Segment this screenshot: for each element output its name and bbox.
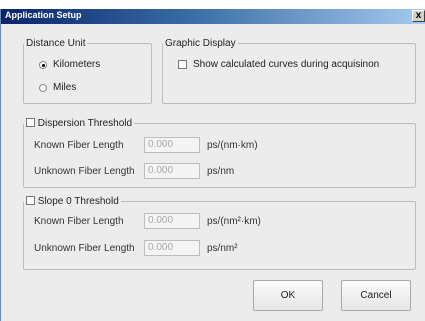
dispersion-known-input[interactable]: 0.000	[144, 137, 200, 153]
slope-known-input[interactable]: 0.000	[144, 213, 200, 229]
radio-kilometers[interactable]: Kilometers	[39, 59, 100, 70]
cancel-button[interactable]: Cancel	[341, 280, 411, 311]
slope-known-label: Known Fiber Length	[34, 216, 124, 227]
application-setup-dialog: Application Setup x Distance Unit Kilome…	[0, 9, 425, 321]
dispersion-unknown-input[interactable]: 0.000	[144, 163, 200, 179]
slope-known-unit: ps/(nm²·km)	[207, 216, 261, 227]
screen-top-strip	[0, 0, 425, 9]
distance-unit-group: Distance Unit	[23, 38, 152, 104]
dispersion-known-label: Known Fiber Length	[34, 140, 124, 151]
slope-threshold-group: Slope 0 Threshold	[23, 196, 416, 270]
radio-miles-indicator[interactable]	[39, 83, 47, 92]
radio-kilometers-label: Kilometers	[53, 59, 101, 70]
graphic-display-legend: Graphic Display	[165, 38, 236, 49]
slope-unknown-input[interactable]: 0.000	[144, 240, 200, 256]
show-curves-checkbox[interactable]	[178, 60, 187, 69]
radio-miles-label: Miles	[53, 82, 77, 93]
window-title: Application Setup	[5, 10, 82, 20]
close-button[interactable]: x	[412, 10, 425, 22]
graphic-display-group: Graphic Display	[162, 38, 416, 104]
title-bar[interactable]: Application Setup x	[1, 9, 425, 24]
slope-unknown-unit: ps/nm²	[207, 243, 238, 254]
ok-button[interactable]: OK	[253, 280, 323, 311]
dispersion-unknown-unit: ps/nm	[207, 166, 235, 177]
radio-miles[interactable]: Miles	[39, 82, 76, 93]
slope-unknown-label: Unknown Fiber Length	[34, 243, 135, 254]
dispersion-threshold-group: Dispersion Threshold	[23, 118, 416, 188]
show-curves-option[interactable]: Show calculated curves during acquisinon	[178, 59, 379, 70]
distance-unit-legend: Distance Unit	[26, 38, 86, 49]
dispersion-unknown-label: Unknown Fiber Length	[34, 166, 135, 177]
dispersion-threshold-legend: Dispersion Threshold	[24, 118, 134, 129]
dispersion-threshold-label: Dispersion Threshold	[37, 118, 133, 129]
slope-threshold-legend: Slope 0 Threshold	[24, 196, 121, 207]
dispersion-threshold-checkbox[interactable]	[26, 118, 35, 127]
slope-threshold-checkbox[interactable]	[26, 196, 35, 205]
show-curves-label: Show calculated curves during acquisinon	[193, 59, 380, 70]
slope-threshold-label: Slope 0 Threshold	[37, 196, 119, 207]
dispersion-known-unit: ps/(nm·km)	[207, 140, 258, 151]
radio-kilometers-indicator[interactable]	[39, 60, 47, 69]
